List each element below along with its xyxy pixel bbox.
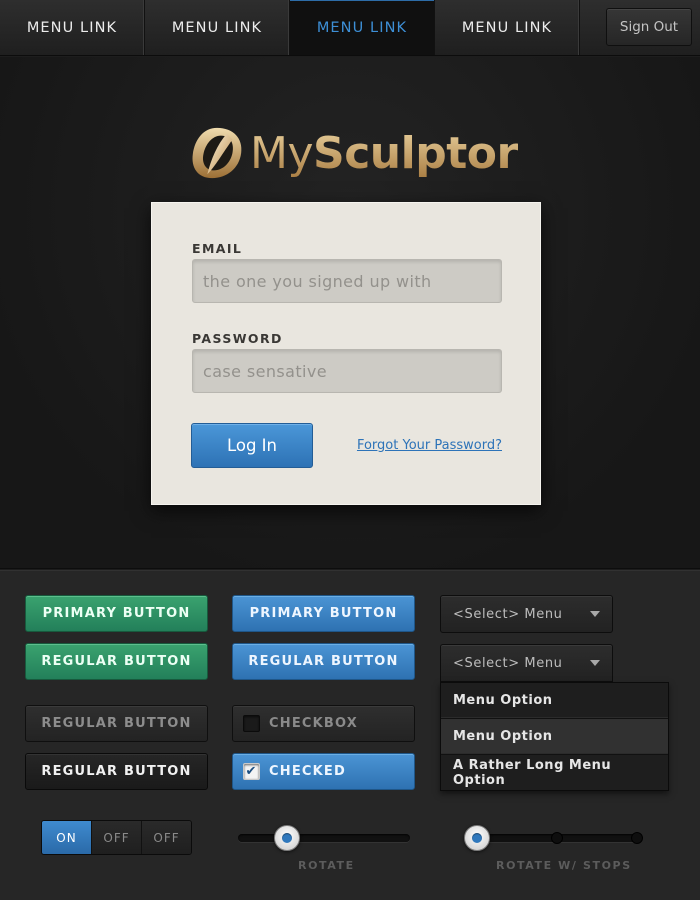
toggle-on[interactable]: ON	[42, 821, 91, 854]
brand-mark-icon	[192, 127, 242, 179]
forgot-password-link[interactable]: Forgot Your Password?	[357, 438, 502, 453]
brand-logo: MySculptor	[188, 121, 518, 185]
checkmark-icon[interactable]: ✔	[243, 763, 260, 780]
nav-link-2[interactable]: MENU LINK	[145, 0, 290, 55]
password-label: PASSWORD	[192, 331, 283, 346]
rotate-stops-slider-label: ROTATE W/ STOPS	[496, 859, 632, 872]
password-input[interactable]	[192, 349, 502, 393]
ui-kit-panel: PRIMARY BUTTON REGULAR BUTTON REGULAR BU…	[0, 570, 700, 900]
select-menu-open-value: <Select> Menu	[453, 655, 563, 671]
login-card: EMAIL PASSWORD Log In Forgot Your Passwo…	[151, 202, 541, 505]
blue-regular-button[interactable]: REGULAR BUTTON	[232, 643, 415, 680]
green-regular-button[interactable]: REGULAR BUTTON	[25, 643, 208, 680]
email-input[interactable]	[192, 259, 502, 303]
dark-regular-button[interactable]: REGULAR BUTTON	[25, 753, 208, 790]
nav-link-4[interactable]: MENU LINK	[435, 0, 580, 55]
select-menu-value: <Select> Menu	[453, 606, 563, 622]
checkbox-checked-label: CHECKED	[269, 764, 346, 779]
rotate-slider-knob[interactable]	[274, 825, 300, 851]
select-menu-closed[interactable]: <Select> Menu	[440, 595, 613, 633]
hero-section: MySculptor EMAIL PASSWORD Log In Forgot …	[0, 57, 700, 569]
rotate-slider-label: ROTATE	[298, 859, 355, 872]
select-menu-open[interactable]: <Select> Menu	[440, 644, 613, 682]
top-nav: MENU LINK MENU LINK MENU LINK MENU LINK …	[0, 0, 700, 56]
dropdown-option[interactable]: Menu Option	[441, 683, 668, 719]
slider-stop-marker[interactable]	[631, 832, 643, 844]
email-label: EMAIL	[192, 241, 243, 256]
slider-stop-marker[interactable]	[551, 832, 563, 844]
chevron-down-icon	[590, 660, 600, 666]
rotate-stops-slider-knob[interactable]	[464, 825, 490, 851]
chevron-down-icon	[590, 611, 600, 617]
toggle-off-2[interactable]: OFF	[141, 821, 191, 854]
dropdown-option-hover[interactable]: Menu Option	[441, 719, 668, 755]
rotate-slider-track[interactable]	[238, 834, 410, 842]
dark-regular-button-disabled[interactable]: REGULAR BUTTON	[25, 705, 208, 742]
slider-knob-dot	[282, 833, 292, 843]
green-primary-button[interactable]: PRIMARY BUTTON	[25, 595, 208, 632]
login-button[interactable]: Log In	[191, 423, 313, 468]
blue-primary-button[interactable]: PRIMARY BUTTON	[232, 595, 415, 632]
dropdown-option-long[interactable]: A Rather Long Menu Option	[441, 755, 668, 791]
slider-knob-dot	[472, 833, 482, 843]
checkbox-checked[interactable]: ✔ CHECKED	[232, 753, 415, 790]
checkbox-box[interactable]	[243, 715, 260, 732]
nav-link-3-active[interactable]: MENU LINK	[290, 0, 435, 55]
sign-out-button[interactable]: Sign Out	[606, 8, 692, 46]
brand-wordmark: MySculptor	[250, 127, 518, 179]
toggle-off-1[interactable]: OFF	[91, 821, 141, 854]
select-dropdown-list: Menu Option Menu Option A Rather Long Me…	[440, 682, 669, 791]
on-off-toggle[interactable]: ON OFF OFF	[41, 820, 192, 855]
nav-link-1[interactable]: MENU LINK	[0, 0, 145, 55]
checkbox-label: CHECKBOX	[269, 716, 359, 731]
checkbox-unchecked[interactable]: CHECKBOX	[232, 705, 415, 742]
